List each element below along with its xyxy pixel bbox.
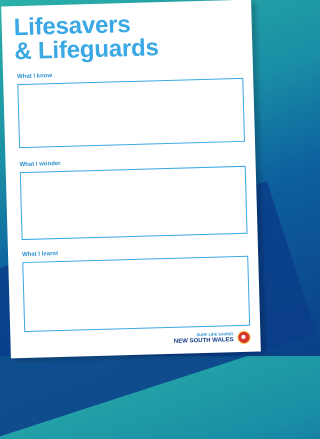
worksheet-page: Lifesavers & Lifeguards What I know What… [1, 0, 261, 359]
footer-text: SURF LIFE SAVING NEW SOUTH WALES [174, 330, 234, 346]
section-label-know: What I know [17, 73, 53, 81]
org-name-line-2: NEW SOUTH WALES [173, 337, 234, 345]
section-label-learnt: What I learnt [21, 251, 59, 259]
writing-box-know[interactable] [17, 77, 246, 149]
title-line-2: & Lifeguards [14, 34, 160, 66]
surf-life-saving-logo-icon [237, 330, 251, 344]
writing-box-wonder[interactable] [19, 165, 248, 241]
writing-box-learnt[interactable] [22, 255, 251, 333]
section-label-wonder: What I wonder [19, 160, 61, 169]
footer-branding: SURF LIFE SAVING NEW SOUTH WALES [174, 330, 251, 346]
page-title: Lifesavers & Lifeguards [13, 11, 160, 66]
